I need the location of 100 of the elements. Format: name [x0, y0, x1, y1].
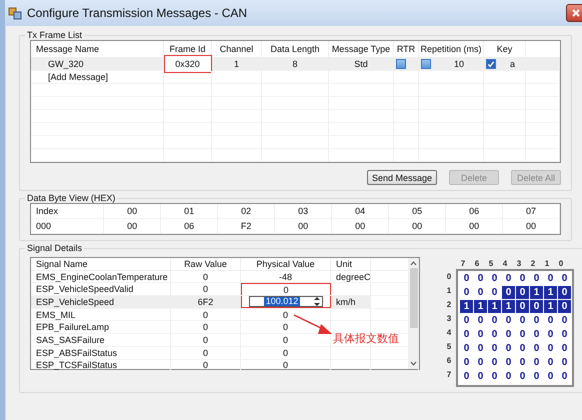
byte-label: 6 — [446, 354, 452, 366]
close-icon — [571, 8, 581, 18]
bit-label: 4 — [502, 258, 508, 268]
bit-label: 6 — [474, 258, 480, 268]
bit-cell[interactable]: 1 — [502, 300, 515, 313]
table-cell: km/h — [331, 296, 371, 308]
column-header: 02 — [218, 204, 276, 218]
table-cell: EMS_EngineCoolanTemperature — [31, 270, 171, 282]
table-cell: 0 — [171, 321, 241, 334]
scroll-up-icon[interactable] — [410, 261, 417, 266]
column-header[interactable]: Key — [484, 41, 526, 57]
window-title: Configure Transmission Messages - CAN — [27, 6, 248, 20]
byte-label: 3 — [446, 312, 452, 324]
table-cell: 00 — [332, 219, 390, 233]
byte-label: 4 — [446, 326, 452, 338]
column-header: 05 — [389, 204, 446, 218]
byte-label: 5 — [446, 340, 452, 352]
column-header[interactable]: Physical Value — [241, 258, 331, 270]
byte-label: 7 — [446, 368, 452, 380]
bit-label: 7 — [460, 258, 466, 268]
table-cell: 000 — [31, 219, 104, 233]
column-header: 00 — [104, 204, 162, 218]
annotation-text: 具体报文数值 — [333, 332, 399, 346]
group-title: Tx Frame List — [26, 30, 84, 40]
arrow-icon — [293, 314, 333, 336]
bit-label: 3 — [516, 258, 522, 268]
bit-label: 2 — [530, 258, 536, 268]
rtr-checkbox[interactable] — [396, 59, 406, 69]
column-header: 06 — [446, 204, 504, 218]
column-header: 01 — [161, 204, 218, 218]
repetition-checkbox[interactable] — [421, 59, 431, 69]
bit-cell[interactable]: 1 — [544, 300, 557, 313]
table-cell: 0 — [171, 270, 241, 282]
table-cell: 00 — [104, 219, 162, 233]
table-cell: 00 — [446, 219, 504, 233]
action-button[interactable]: Send Message — [366, 170, 437, 185]
bit-cell[interactable]: 0 — [558, 286, 571, 299]
table-cell: SAS_SASFailure — [31, 334, 171, 346]
key-checkbox[interactable] — [486, 59, 496, 69]
byte-label: 1 — [446, 284, 452, 296]
table-cell: 0 — [171, 360, 241, 372]
bit-cell[interactable]: 0 — [516, 300, 529, 313]
scroll-down-icon[interactable] — [410, 361, 417, 366]
table-cell: 00 — [275, 219, 332, 233]
table-cell: ESP_TCSFailStatus — [31, 360, 171, 372]
table-cell: EPB_FailureLamp — [31, 321, 171, 334]
app-icon — [8, 6, 22, 20]
bit-cell[interactable]: 0 — [558, 300, 571, 313]
bit-label: 1 — [544, 258, 550, 268]
bit-cell[interactable]: 0 — [530, 300, 543, 313]
table-cell: 0 — [171, 308, 241, 320]
close-button[interactable] — [566, 4, 582, 22]
column-header[interactable]: RTR — [394, 41, 419, 57]
bit-cell[interactable]: 1 — [544, 286, 557, 299]
table-cell: F2 — [218, 219, 276, 233]
table-cell: ESP_ABSFailStatus — [31, 346, 171, 358]
table-cell: 6F2 — [171, 296, 241, 308]
table-cell: 00 — [503, 219, 560, 233]
bit-cell[interactable]: 1 — [460, 300, 473, 313]
column-header: 03 — [275, 204, 332, 218]
table-cell: 00 — [389, 219, 446, 233]
selected-value: 100.012 — [264, 296, 300, 306]
byte-label: 2 — [446, 298, 452, 310]
group-title: Data Byte View (HEX) — [26, 193, 116, 203]
table-cell: degreeC — [331, 270, 371, 282]
column-header: 04 — [332, 204, 390, 218]
message-row[interactable]: GW_320 0x320 1 8 Std 10 a — [31, 58, 560, 71]
table-cell: 0 — [241, 283, 331, 296]
column-header[interactable]: Repetition (ms) — [419, 41, 484, 57]
bit-label: 5 — [488, 258, 494, 268]
table-cell: 8 — [262, 58, 329, 70]
column-header[interactable]: Raw Value — [171, 258, 241, 270]
table-cell: 0 — [171, 334, 241, 346]
table-cell: ESP_VehicleSpeedValid — [31, 283, 171, 296]
table-cell: EMS_MIL — [31, 308, 171, 320]
table-cell: 1 — [212, 58, 262, 70]
table-cell: 0 — [241, 346, 331, 358]
table-cell: Std — [329, 58, 394, 70]
byte-label: 0 — [446, 270, 452, 282]
bit-label: 0 — [558, 258, 564, 268]
bit-cell[interactable]: 1 — [474, 300, 487, 313]
table-cell: -48 — [241, 270, 331, 282]
group-title: Signal Details — [26, 243, 84, 253]
table-cell: 0 — [241, 360, 331, 372]
value-spinbox[interactable]: 100.012 — [249, 296, 323, 307]
table-cell: 0 — [241, 308, 331, 320]
add-message-item[interactable]: [Add Message] — [31, 71, 164, 83]
column-header[interactable]: Message Type — [329, 41, 394, 57]
bit-cell[interactable]: 0 — [516, 286, 529, 299]
spin-arrows-icon[interactable] — [312, 296, 321, 307]
table-cell: 0 — [171, 283, 241, 296]
column-header: 07 — [503, 204, 560, 218]
bit-cell[interactable]: 1 — [530, 286, 543, 299]
column-header[interactable]: Data Length — [262, 41, 329, 57]
column-header[interactable]: Unit — [331, 258, 371, 270]
table-cell: 06 — [161, 219, 218, 233]
bit-cell[interactable]: 0 — [502, 286, 515, 299]
column-header[interactable]: Signal Name — [31, 258, 171, 270]
bit-cell[interactable]: 1 — [488, 300, 501, 313]
vertical-scrollbar[interactable] — [408, 258, 419, 369]
